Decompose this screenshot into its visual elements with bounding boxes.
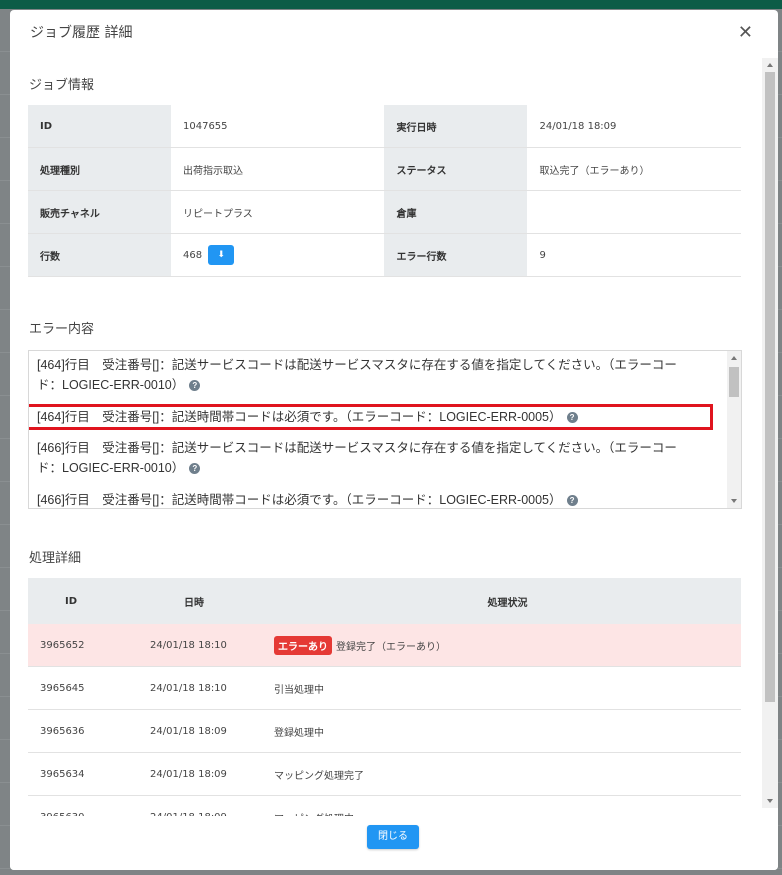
row-date: 24/01/18 18:09 xyxy=(114,709,274,753)
row-date: 24/01/18 18:10 xyxy=(114,666,274,710)
row-count: 468 xyxy=(183,250,203,261)
info-key: ステータス xyxy=(384,147,528,191)
help-icon[interactable]: ? xyxy=(566,412,578,424)
modal-body[interactable]: ジョブ情報 ID 1047655 実行日時 24/01/18 18:09 処理種… xyxy=(10,58,778,816)
error-text: [464]行目 受注番号[]：記送サービスコードは配送サービスマスタに存在する値… xyxy=(37,358,677,372)
row-date: 24/01/18 18:09 xyxy=(114,795,274,816)
info-key: 処理種別 xyxy=(28,147,171,191)
info-key: ID xyxy=(28,105,171,148)
error-badge: エラーあり xyxy=(274,635,332,655)
row-date: 24/01/18 18:10 xyxy=(114,624,274,667)
row-id: 3965636 xyxy=(28,709,114,753)
help-icon[interactable]: ? xyxy=(189,380,201,392)
help-icon[interactable]: ? xyxy=(189,463,201,475)
error-text: [464]行目 受注番号[]：記送時間帯コードは必須です。（エラーコード：LOG… xyxy=(37,410,562,424)
table-row: 3965636 24/01/18 18:09 登録処理中 xyxy=(28,709,741,753)
status-text: 登録完了（エラーあり） xyxy=(336,641,446,653)
scroll-down-icon[interactable] xyxy=(731,499,737,503)
table-row: 3965634 24/01/18 18:09 マッピング処理完了 xyxy=(28,752,741,796)
table-row: 3965630 24/01/18 18:09 マッピング処理中 xyxy=(28,795,741,816)
close-button[interactable]: 閉じる xyxy=(367,825,419,849)
error-item: [466]行目 受注番号[]：記送時間帯コードは必須です。（エラーコード：LOG… xyxy=(37,490,722,508)
info-key: 行数 xyxy=(28,233,171,277)
download-icon: ⬇ xyxy=(217,250,225,260)
row-status: 引当処理中 xyxy=(274,666,741,710)
info-value: 取込完了（エラーあり） xyxy=(527,147,741,191)
row-id: 3965645 xyxy=(28,666,114,710)
column-header: 日時 xyxy=(114,578,274,624)
error-list-scrollbar[interactable] xyxy=(727,351,741,508)
error-text: [466]行目 受注番号[]：記送時間帯コードは必須です。（エラーコード：LOG… xyxy=(37,493,562,507)
table-row: 3965652 24/01/18 18:10 エラーあり 登録完了（エラーあり） xyxy=(28,624,741,667)
error-text: [466]行目 受注番号[]：記送サービスコードは配送サービスマスタに存在する値… xyxy=(37,441,677,455)
info-value: 468 ⬇ xyxy=(171,233,385,277)
row-id: 3965652 xyxy=(28,624,114,667)
row-id: 3965630 xyxy=(28,795,114,816)
scrollbar-thumb[interactable] xyxy=(729,367,739,397)
errors-title: エラー内容 xyxy=(29,322,95,337)
scroll-down-icon[interactable] xyxy=(767,799,773,803)
info-row: ID 1047655 実行日時 24/01/18 18:09 xyxy=(28,105,741,148)
info-value: 9 xyxy=(527,233,741,277)
info-key: エラー行数 xyxy=(384,233,528,277)
info-value: 出荷指示取込 xyxy=(171,147,385,191)
error-item: [464]行目 受注番号[]：記送サービスコードは配送サービスマスタに存在する値… xyxy=(37,355,722,395)
row-id: 3965634 xyxy=(28,752,114,796)
info-row: 行数 468 ⬇ エラー行数 9 xyxy=(28,233,741,277)
column-header: 処理状況 xyxy=(274,578,741,624)
app-header-bar xyxy=(0,0,782,9)
error-list[interactable]: [464]行目 受注番号[]：記送サービスコードは配送サービスマスタに存在する値… xyxy=(28,350,742,509)
error-text: ド：LOGIEC-ERR-0010） xyxy=(37,461,185,475)
job-history-modal: ジョブ履歴 詳細 ✕ ジョブ情報 ID 1047655 実行日時 24/01/1… xyxy=(10,10,778,870)
help-icon[interactable]: ? xyxy=(566,495,578,507)
info-key: 実行日時 xyxy=(384,105,528,148)
row-date: 24/01/18 18:09 xyxy=(114,752,274,796)
info-row: 処理種別 出荷指示取込 ステータス 取込完了（エラーあり） xyxy=(28,147,741,191)
modal-footer: 閉じる xyxy=(10,816,778,870)
row-status: マッピング処理中 xyxy=(274,795,741,816)
error-item: [466]行目 受注番号[]：記送サービスコードは配送サービスマスタに存在する値… xyxy=(37,438,722,478)
info-value: リピートプラス xyxy=(171,190,385,234)
column-header: ID xyxy=(28,578,114,624)
close-icon[interactable]: ✕ xyxy=(738,24,753,42)
scroll-up-icon[interactable] xyxy=(731,356,737,360)
scrollbar-thumb[interactable] xyxy=(765,72,775,702)
row-status: マッピング処理完了 xyxy=(274,752,741,796)
row-status: エラーあり 登録完了（エラーあり） xyxy=(274,624,741,667)
info-value: 24/01/18 18:09 xyxy=(527,105,741,148)
process-table: ID 日時 処理状況 3965652 24/01/18 18:10 エラーあり登… xyxy=(28,578,741,816)
table-header: ID 日時 処理状況 xyxy=(28,578,741,624)
row-status: 登録処理中 xyxy=(274,709,741,753)
info-key: 倉庫 xyxy=(384,190,528,234)
job-info-table: ID 1047655 実行日時 24/01/18 18:09 処理種別 出荷指示… xyxy=(28,105,741,277)
info-value xyxy=(527,190,741,234)
download-button[interactable]: ⬇ xyxy=(208,245,235,265)
modal-scrollbar[interactable] xyxy=(762,58,778,808)
process-title: 処理詳細 xyxy=(29,551,82,566)
modal-title: ジョブ履歴 詳細 xyxy=(30,25,133,41)
table-row: 3965645 24/01/18 18:10 引当処理中 xyxy=(28,666,741,710)
error-item-highlighted: [464]行目 受注番号[]：記送時間帯コードは必須です。（エラーコード：LOG… xyxy=(29,404,713,430)
info-row: 販売チャネル リピートプラス 倉庫 xyxy=(28,190,741,234)
info-value: 1047655 xyxy=(171,105,385,148)
info-key: 販売チャネル xyxy=(28,190,171,234)
scroll-up-icon[interactable] xyxy=(767,63,773,67)
error-text: ド：LOGIEC-ERR-0010） xyxy=(37,378,185,392)
job-info-title: ジョブ情報 xyxy=(29,78,95,93)
